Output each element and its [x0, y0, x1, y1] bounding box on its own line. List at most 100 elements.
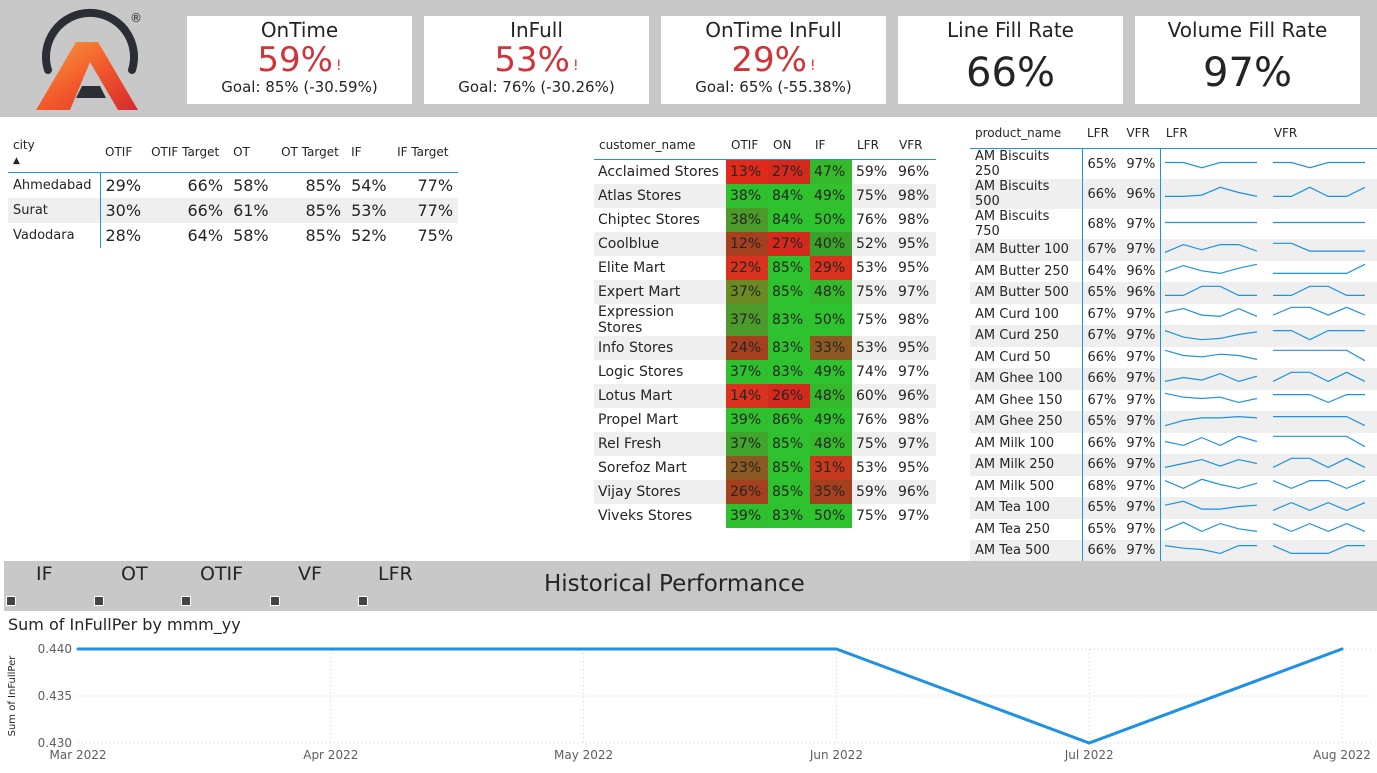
kpi-card-volume-fill-rate[interactable]: Volume Fill Rate 97%: [1135, 16, 1360, 104]
table-row[interactable]: Vadodara 28% 64% 58% 85% 52% 75%: [8, 223, 458, 248]
kpi-card-line-fill-rate[interactable]: Line Fill Rate 66%: [898, 16, 1123, 104]
otif-cell: 12%: [726, 232, 768, 256]
column-header-otif[interactable]: OTIF: [726, 136, 768, 160]
table-row[interactable]: Logic Stores 37% 83% 49% 74% 97%: [594, 360, 936, 384]
vfr-trend-cell: [1269, 476, 1377, 498]
column-header-on[interactable]: ON: [768, 136, 810, 160]
table-row[interactable]: Elite Mart 22% 85% 29% 53% 95%: [594, 256, 936, 280]
otif-cell: 38%: [726, 208, 768, 232]
table-row[interactable]: AM Ghee 250 65% 97%: [970, 411, 1377, 433]
lfr-cell: 65%: [1087, 156, 1117, 172]
table-row[interactable]: Coolblue 12% 27% 40% 52% 95%: [594, 232, 936, 256]
table-row[interactable]: AM Milk 500 68% 97%: [970, 475, 1377, 498]
product-name-cell: AM Milk 500: [970, 475, 1083, 497]
table-row[interactable]: AM Biscuits 500 66% 96%: [970, 179, 1377, 209]
customer-name-cell: Viveks Stores: [598, 508, 693, 524]
table-row[interactable]: AM Tea 100 65% 97%: [970, 497, 1377, 519]
table-row[interactable]: Viveks Stores 39% 83% 50% 75% 97%: [594, 504, 936, 528]
table-row[interactable]: Info Stores 24% 83% 33% 53% 95%: [594, 336, 936, 360]
column-header-lfr[interactable]: LFR: [852, 136, 894, 160]
table-row[interactable]: AM Butter 250 64% 96%: [970, 260, 1377, 282]
slicer-if-checkbox[interactable]: [6, 596, 16, 606]
table-row[interactable]: AM Biscuits 250 65% 97%: [970, 148, 1377, 180]
table-row[interactable]: Propel Mart 39% 86% 49% 76% 98%: [594, 408, 936, 432]
table-row[interactable]: AM Butter 500 65% 96%: [970, 282, 1377, 304]
lfr-cell: 53%: [852, 336, 894, 360]
column-header-otif[interactable]: OTIF: [100, 136, 147, 173]
lfr-cell: 67%: [1082, 325, 1122, 347]
table-row[interactable]: Sorefoz Mart 23% 85% 31% 53% 95%: [594, 456, 936, 480]
product-name-cell: AM Milk 100: [970, 432, 1083, 454]
table-row[interactable]: AM Tea 250 65% 97%: [970, 518, 1377, 540]
on-cell: 83%: [768, 304, 810, 336]
customer-name-cell: Acclaimed Stores: [598, 164, 719, 180]
vfr-cell: 96%: [1121, 179, 1162, 209]
kpi-card-infull[interactable]: InFull 53%! Goal: 76% (-30.26%): [424, 16, 649, 104]
vfr-trend-cell: [1269, 347, 1377, 369]
table-row[interactable]: AM Milk 100 66% 97%: [970, 432, 1377, 454]
vfr-cell: 95%: [898, 460, 930, 476]
table-row[interactable]: Vijay Stores 26% 85% 35% 59% 96%: [594, 480, 936, 504]
slicer-otif-checkbox[interactable]: [181, 596, 191, 606]
table-row[interactable]: Acclaimed Stores 13% 27% 47% 59% 96%: [594, 159, 936, 184]
table-row[interactable]: AM Tea 500 66% 97%: [970, 540, 1377, 562]
column-header-otif-target[interactable]: OTIF Target: [146, 136, 229, 173]
column-header-vfr[interactable]: VFR: [1121, 124, 1161, 149]
slicer-lfr-checkbox[interactable]: [358, 596, 368, 606]
otif-target-cell: 64%: [187, 226, 224, 245]
table-row[interactable]: AM Milk 250 66% 97%: [970, 454, 1377, 476]
customer-name-cell: Info Stores: [594, 336, 726, 360]
table-row[interactable]: Ahmedabad 29% 66% 58% 85% 54% 77%: [8, 172, 458, 198]
column-header-if[interactable]: IF: [810, 136, 852, 160]
table-row[interactable]: AM Curd 250 67% 97%: [970, 325, 1377, 347]
column-header-lfr-trend[interactable]: LFR: [1160, 124, 1269, 149]
slicer-ot-checkbox[interactable]: [94, 596, 104, 606]
column-header-vfr[interactable]: VFR: [894, 136, 936, 160]
column-header-if[interactable]: IF: [346, 136, 393, 173]
lfr-trend-cell: [1161, 476, 1269, 498]
table-row[interactable]: Rel Fresh 37% 85% 48% 75% 97%: [594, 432, 936, 456]
table-row[interactable]: Chiptec Stores 38% 84% 50% 76% 98%: [594, 208, 936, 232]
if-cell: 49%: [810, 408, 852, 432]
lfr-cell: 75%: [856, 312, 888, 328]
kpi-card-ontime-infull[interactable]: OnTime InFull 29%! Goal: 65% (-55.38%): [661, 16, 886, 104]
table-row[interactable]: AM Curd 100 67% 97%: [970, 303, 1377, 325]
table-row[interactable]: Surat 30% 66% 61% 85% 53% 77%: [8, 198, 459, 223]
column-header-if-target[interactable]: IF Target: [392, 136, 459, 173]
table-row[interactable]: Atlas Stores 38% 84% 49% 75% 98%: [594, 184, 936, 208]
vfr-cell: 97%: [1121, 497, 1162, 519]
kpi-card-ontime[interactable]: OnTime 59%! Goal: 85% (-30.59%): [187, 16, 412, 104]
table-row[interactable]: AM Curd 50 66% 97%: [970, 346, 1377, 369]
column-header-lfr[interactable]: LFR: [1082, 124, 1122, 149]
column-header-ot[interactable]: OT: [228, 136, 277, 173]
table-row[interactable]: AM Ghee 100 66% 97%: [970, 368, 1377, 390]
table-row[interactable]: Lotus Mart 14% 26% 48% 60% 96%: [594, 384, 936, 408]
vfr-cell: 97%: [1121, 540, 1162, 562]
if-cell: 29%: [810, 256, 852, 280]
table-row[interactable]: Expert Mart 37% 85% 48% 75% 97%: [594, 280, 936, 304]
lfr-cell: 68%: [1087, 216, 1117, 232]
column-header-vfr-trend[interactable]: VFR: [1268, 124, 1377, 149]
table-row[interactable]: AM Ghee 150 67% 97%: [970, 389, 1377, 411]
on-cell: 85%: [768, 432, 810, 456]
column-header-product-name[interactable]: product_name: [970, 124, 1082, 149]
column-header-customer-name[interactable]: customer_name: [594, 136, 726, 160]
lfr-cell: 64%: [1087, 263, 1117, 279]
column-header-ot-target[interactable]: OT Target: [276, 136, 347, 173]
table-row[interactable]: Expression Stores 37% 83% 50% 75% 98%: [594, 304, 936, 336]
ot-target-cell: 85%: [276, 198, 347, 223]
lfr-cell: 66%: [1087, 435, 1117, 451]
lfr-trend-cell: [1161, 149, 1269, 180]
infull-line-chart[interactable]: 0.4400.4350.430Mar 2022 Apr 2022 May 2022 J…: [0, 638, 1377, 773]
otif-cell: 23%: [726, 456, 768, 480]
kpi-goal: Goal: 65% (-55.38%): [695, 78, 852, 96]
table-row[interactable]: AM Biscuits 750 68% 97%: [970, 209, 1377, 239]
column-header-city[interactable]: city ▲: [8, 136, 100, 173]
table-header-row: city ▲ OTIF OTIF Target OT OT Target IF I…: [8, 136, 459, 173]
product-name-cell: AM Curd 100: [970, 303, 1083, 325]
slicer-vf-checkbox[interactable]: [270, 596, 280, 606]
slicer-otif-label: OTIF: [200, 563, 244, 585]
table-row[interactable]: AM Butter 100 67% 97%: [970, 239, 1377, 261]
vfr-trend-cell: [1268, 325, 1377, 347]
otif-cell: 29%: [105, 176, 142, 195]
